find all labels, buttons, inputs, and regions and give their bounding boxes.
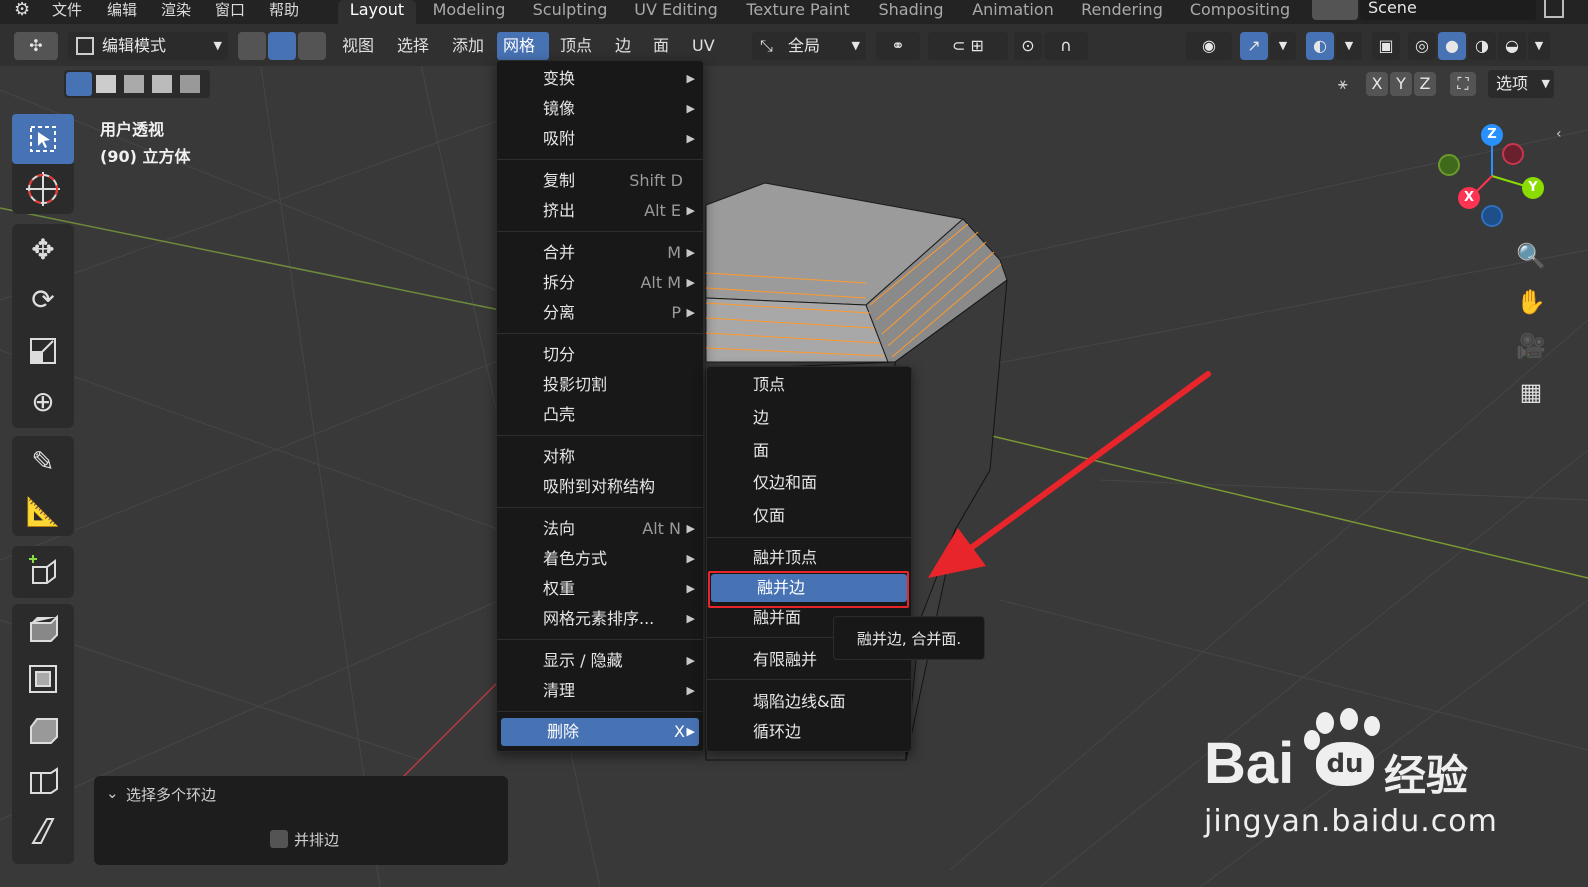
gizmo-z-axis[interactable]: Z [1481, 124, 1503, 146]
chevron-down-icon[interactable]: ⌄ [106, 784, 119, 802]
pan-hand-icon[interactable]: ✋ [1511, 282, 1551, 322]
ring-edges-checkbox[interactable] [270, 830, 288, 848]
watermark-brand: Bai [1204, 731, 1295, 796]
baidu-watermark: Bai du 经验 jingyan.baidu.com [1200, 700, 1500, 850]
perspective-toggle-icon[interactable]: ▦ [1511, 372, 1551, 412]
baidu-paw-icon: du [1304, 708, 1380, 788]
gizmo-neg-x-axis[interactable] [1502, 143, 1524, 165]
last-operator-panel: ⌄ 选择多个环边 并排边 [94, 776, 508, 865]
sidebar-toggle-icon[interactable]: ‹ [1556, 126, 1562, 142]
watermark-url: jingyan.baidu.com [1204, 804, 1498, 839]
ring-edges-label: 并排边 [294, 831, 340, 849]
operator-title: 选择多个环边 [126, 786, 217, 804]
watermark-brand2: 经验 [1384, 751, 1469, 800]
gizmo-y-axis[interactable]: Y [1522, 177, 1544, 199]
camera-view-icon[interactable]: 🎥 [1511, 326, 1551, 366]
gizmo-neg-z-axis[interactable] [1481, 205, 1503, 227]
blender-window: ⚙ 文件 编辑 渲染 窗口 帮助 Layout Modeling Sculpti… [0, 0, 1588, 887]
gizmo-x-axis[interactable]: X [1458, 187, 1480, 209]
zoom-icon[interactable]: 🔍 [1511, 236, 1551, 276]
gizmo-neg-y-axis[interactable] [1438, 154, 1460, 176]
